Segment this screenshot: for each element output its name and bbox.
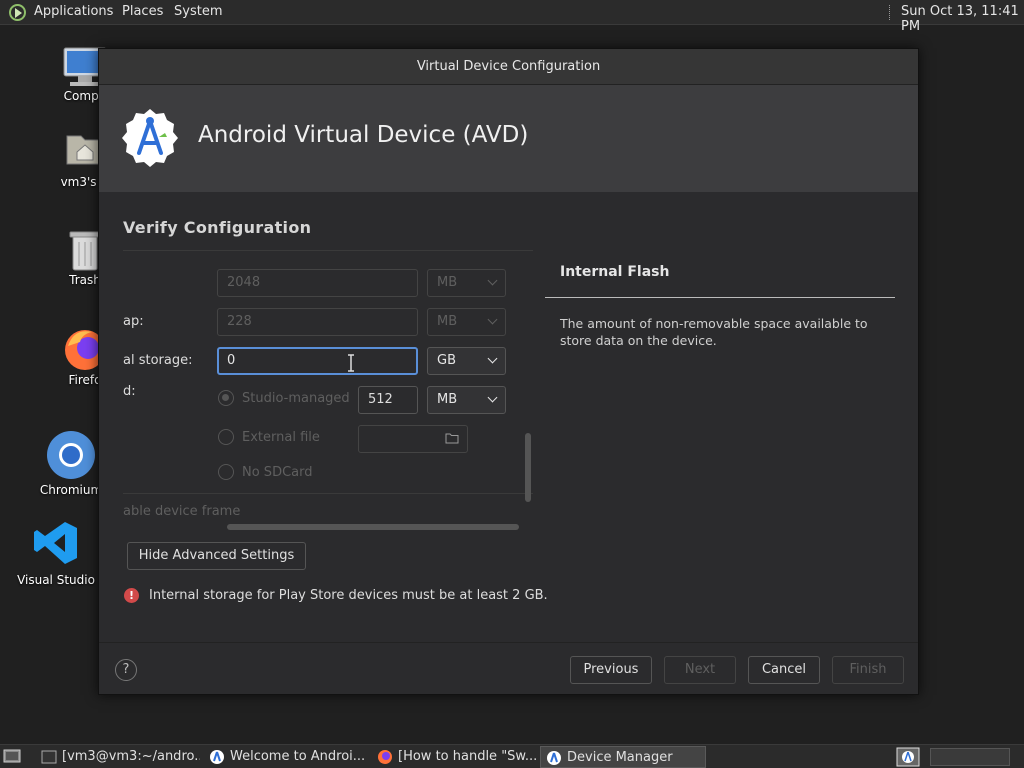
taskbar-item-android-studio[interactable]: Welcome to Androi... [204, 746, 368, 768]
horizontal-scrollbar[interactable] [227, 524, 519, 530]
places-menu[interactable]: Places [122, 4, 163, 19]
internal-storage-field[interactable]: 0 [217, 347, 418, 375]
taskbar-item-label: Device Manager [567, 750, 673, 765]
android-studio-icon [547, 751, 561, 765]
sdcard-unit-value: MB [437, 392, 458, 407]
internal-storage-unit-value: GB [437, 353, 456, 368]
vertical-scrollbar[interactable] [525, 433, 531, 502]
chevron-down-icon [487, 392, 498, 403]
workspace-area[interactable] [930, 748, 1010, 766]
folder-icon[interactable] [445, 433, 459, 444]
applications-menu-icon[interactable] [9, 4, 26, 21]
previous-button[interactable]: Previous [570, 656, 652, 684]
vm-heap-unit-value: MB [437, 314, 458, 329]
text-cursor-icon [348, 354, 354, 372]
taskbar-item-firefox[interactable]: [How to handle "Sw... [372, 746, 536, 768]
external-file-radio[interactable] [218, 429, 234, 445]
show-desktop-icon[interactable] [3, 748, 21, 764]
clock[interactable]: Sun Oct 13, 11:41 PM [901, 4, 1024, 34]
chromium-icon [47, 431, 95, 479]
taskbar-item-label: Welcome to Androi... [230, 749, 366, 764]
sdcard-unit-select[interactable]: MB [427, 386, 506, 414]
vm-heap-label: ap: [123, 314, 144, 329]
chevron-down-icon [487, 314, 498, 325]
workspace-switcher-icon[interactable] [896, 747, 920, 767]
enable-device-frame-label: able device frame [123, 504, 241, 519]
firefox-icon [378, 750, 392, 764]
android-studio-icon [210, 750, 224, 764]
studio-managed-label: Studio-managed [242, 391, 350, 406]
ram-unit-select[interactable]: MB [427, 269, 506, 297]
taskbar-item-device-manager[interactable]: Device Manager [540, 746, 706, 768]
help-button[interactable]: ? [115, 659, 137, 681]
virtual-device-configuration-dialog: Virtual Device Configuration Android Vir… [98, 48, 919, 695]
ram-unit-value: MB [437, 275, 458, 290]
next-button[interactable]: Next [664, 656, 736, 684]
vm-heap-field[interactable]: 228 [217, 308, 418, 336]
system-menu[interactable]: System [174, 4, 222, 19]
internal-storage-label: al storage: [123, 353, 193, 368]
no-sdcard-label: No SDCard [242, 465, 313, 480]
dialog-title[interactable]: Virtual Device Configuration [99, 49, 918, 85]
help-divider [545, 297, 895, 298]
dialog-header: Android Virtual Device (AVD) [99, 85, 918, 192]
studio-managed-radio[interactable] [218, 390, 234, 406]
taskbar-item-label: [vm3@vm3:~/andro... [62, 749, 200, 764]
help-description: The amount of non-removable space availa… [560, 316, 868, 348]
taskbar-item-terminal[interactable]: [vm3@vm3:~/andro... [36, 746, 200, 768]
taskbar: [vm3@vm3:~/andro... Welcome to Androi...… [0, 744, 1024, 768]
external-file-field[interactable] [358, 425, 468, 453]
panel-separator [889, 5, 891, 20]
divider [123, 493, 533, 494]
footer-divider [99, 642, 918, 643]
sd-card-label: d: [123, 384, 136, 399]
android-studio-logo-icon [122, 109, 178, 167]
desktop-icon-vscode[interactable]: Visual Studio [6, 520, 106, 587]
finish-button[interactable]: Finish [832, 656, 904, 684]
top-panel: Applications Places System Sun Oct 13, 1… [0, 0, 1024, 34]
applications-menu[interactable]: Applications [34, 4, 113, 19]
dialog-header-title: Android Virtual Device (AVD) [198, 122, 529, 148]
error-message: Internal storage for Play Store devices … [149, 588, 548, 603]
no-sdcard-radio[interactable] [218, 464, 234, 480]
chevron-down-icon [487, 275, 498, 286]
advanced-settings-panel[interactable]: 2048 MB ap: 228 MB al storage: 0 GB d: S… [123, 250, 533, 531]
help-title: Internal Flash [560, 264, 670, 280]
desktop-icon-label: Visual Studio [17, 573, 95, 587]
vm-heap-unit-select[interactable]: MB [427, 308, 506, 336]
vscode-icon [34, 522, 77, 564]
hide-advanced-settings-button[interactable]: Hide Advanced Settings [127, 542, 306, 570]
external-file-label: External file [242, 430, 320, 445]
sdcard-size-field[interactable]: 512 [358, 386, 418, 414]
cancel-button[interactable]: Cancel [748, 656, 820, 684]
ram-field[interactable]: 2048 [217, 269, 418, 297]
taskbar-item-label: [How to handle "Sw... [398, 749, 536, 764]
error-icon: ! [124, 588, 139, 603]
chevron-down-icon [487, 353, 498, 364]
section-title: Verify Configuration [123, 218, 312, 237]
terminal-icon [41, 750, 57, 764]
internal-storage-unit-select[interactable]: GB [427, 347, 506, 375]
